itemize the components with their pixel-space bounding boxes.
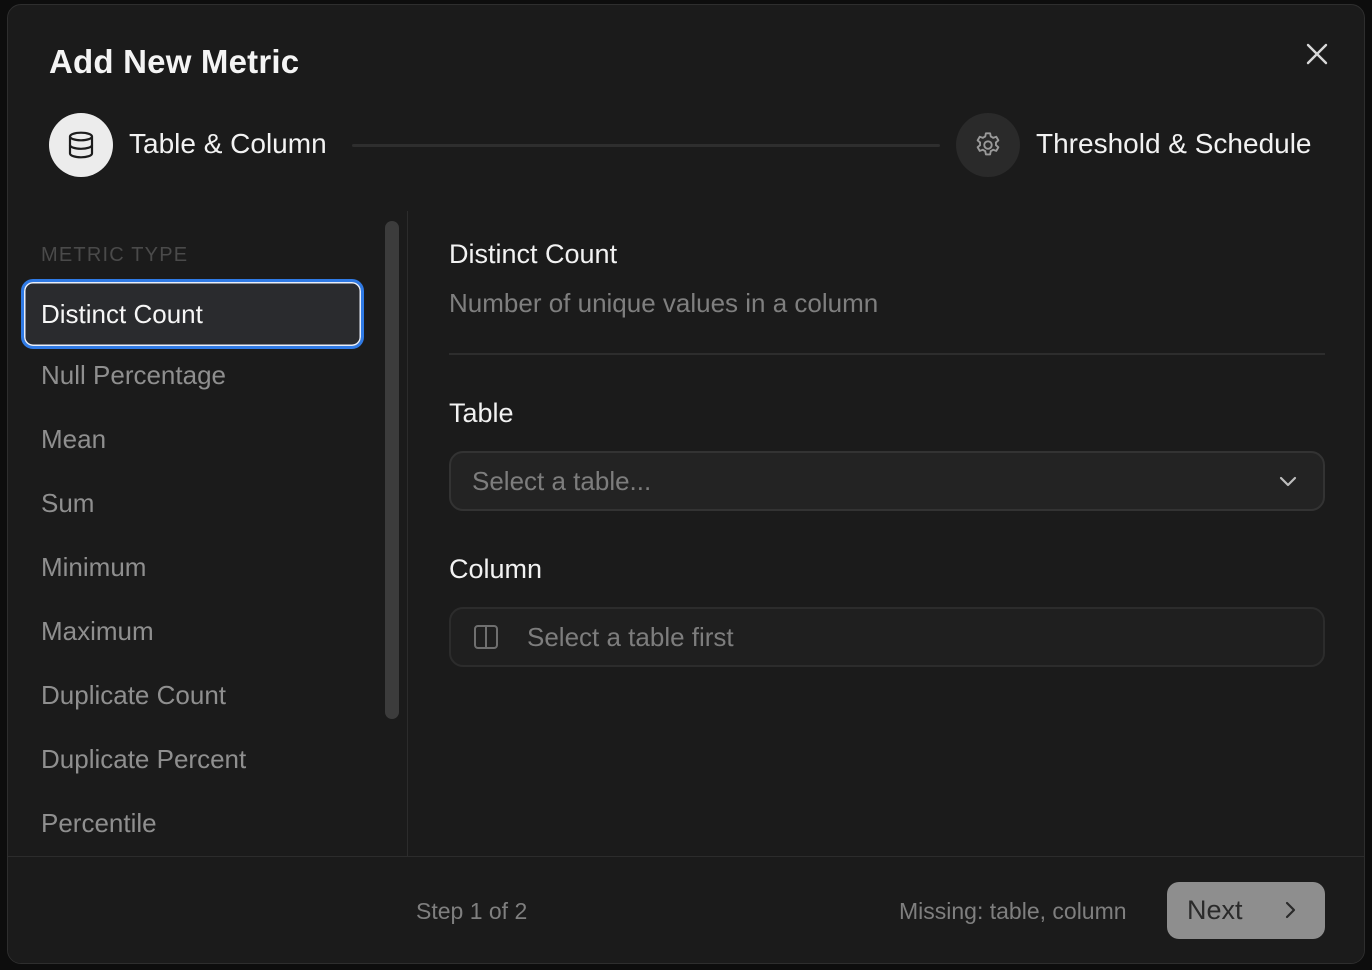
close-button[interactable] <box>1300 37 1334 71</box>
table-select[interactable]: Select a table... <box>449 451 1325 511</box>
close-icon <box>1306 43 1328 65</box>
step-connector <box>352 144 940 147</box>
metric-item-duplicate-percent[interactable]: Duplicate Percent <box>21 727 364 791</box>
step-1-label: Table & Column <box>129 128 327 159</box>
gear-icon <box>976 132 1000 156</box>
chevron-right-icon <box>1285 901 1296 919</box>
database-icon <box>68 131 94 159</box>
table-field-label: Table <box>449 398 514 428</box>
selected-metric-title: Distinct Count <box>449 239 618 269</box>
chevron-down-icon <box>1279 476 1297 487</box>
metric-type-list: Distinct Count Null Percentage Mean Sum … <box>21 279 364 855</box>
step-2-label[interactable]: Threshold & Schedule <box>1036 128 1312 160</box>
metric-list-scrollbar[interactable] <box>385 221 399 719</box>
dialog-footer: Step 1 of 2 Missing: table, column Next <box>8 856 1364 963</box>
metric-item-null-percentage[interactable]: Null Percentage <box>21 343 364 407</box>
column-select: Select a table first <box>449 607 1325 667</box>
metric-item-distinct-count[interactable]: Distinct Count <box>21 279 364 349</box>
next-button-label: Next <box>1187 895 1243 925</box>
dialog-title: Add New Metric <box>49 43 300 80</box>
metric-item-percentile[interactable]: Percentile <box>21 791 364 855</box>
metric-item-minimum[interactable]: Minimum <box>21 535 364 599</box>
metric-type-panel: METRIC TYPE Distinct Count Null Percenta… <box>8 211 408 857</box>
metric-item-mean[interactable]: Mean <box>21 407 364 471</box>
selected-metric-description: Number of unique values in a column <box>449 288 879 318</box>
metric-type-heading: METRIC TYPE <box>41 244 189 266</box>
metric-item-duplicate-count[interactable]: Duplicate Count <box>21 663 364 727</box>
table-select-placeholder: Select a table... <box>472 465 652 496</box>
metric-item-sum[interactable]: Sum <box>21 471 364 535</box>
columns-icon <box>473 624 499 650</box>
step-1-indicator <box>49 113 113 177</box>
metric-item-maximum[interactable]: Maximum <box>21 599 364 663</box>
missing-fields-text: Missing: table, column <box>899 898 1127 924</box>
column-field-label: Column <box>449 554 543 584</box>
metric-config-panel: Distinct Count Number of unique values i… <box>449 211 1325 857</box>
step-progress-text: Step 1 of 2 <box>416 898 528 924</box>
section-divider <box>449 353 1325 355</box>
add-metric-dialog: Add New Metric Table & Column Threshold … <box>7 4 1365 964</box>
step-2-indicator <box>956 113 1020 177</box>
next-button[interactable]: Next <box>1167 882 1325 939</box>
column-select-placeholder: Select a table first <box>527 621 734 652</box>
